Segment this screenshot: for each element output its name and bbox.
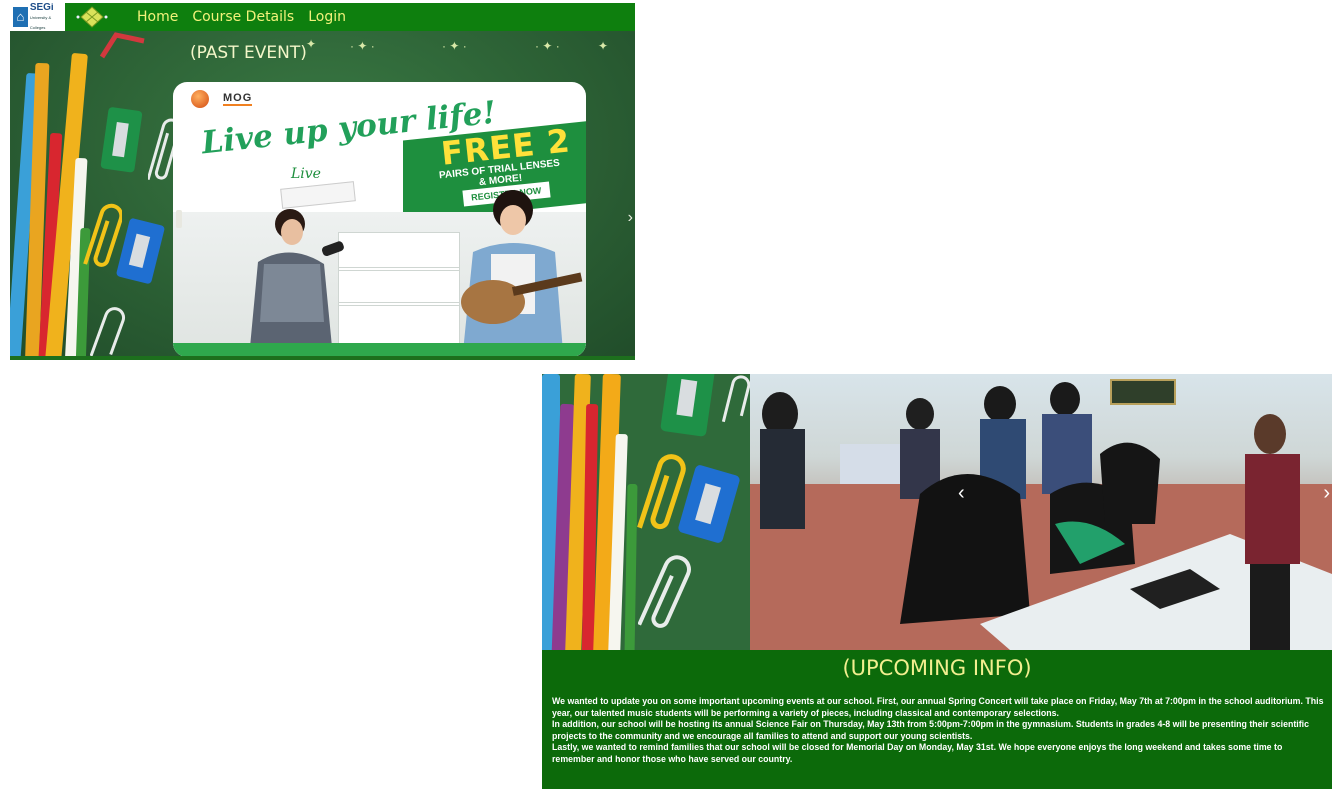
logo-subtext: University & Colleges [29, 14, 52, 30]
chevron-right-icon[interactable]: › [628, 209, 633, 227]
chevron-left-icon[interactable]: ‹ [958, 482, 965, 505]
ad-brand-mog: MOG [223, 92, 253, 106]
sparkle-decoration: · ✦ · [350, 39, 375, 53]
event-photo[interactable]: ‹ › [750, 374, 1332, 650]
info-paragraph: We wanted to update you on some importan… [552, 696, 1324, 718]
nav-course-details-link[interactable]: Course Details [192, 9, 294, 25]
paperclip-decoration [90, 307, 125, 356]
segi-logo[interactable]: ⌂ SEGi University & Colleges [10, 3, 65, 31]
sparkle-decoration: · ✦ · [442, 39, 467, 53]
info-paragraph: In addition, our school will be hosting … [552, 719, 1309, 741]
logo-text: SEGi [29, 3, 54, 13]
brand-logo-icon [191, 90, 209, 108]
segi-logo-icon: ⌂ [13, 7, 28, 27]
upcoming-info-box: (UPCOMING INFO) We wanted to update you … [542, 650, 1332, 789]
navbar: ⌂ SEGi University & Colleges Home Course… [10, 3, 635, 31]
past-event-title: (PAST EVENT) [190, 43, 307, 63]
sharpener-decoration [100, 107, 143, 173]
chevron-right-icon[interactable]: › [1323, 482, 1330, 505]
upcoming-info-text: We wanted to update you on some importan… [552, 696, 1324, 765]
sparkle-decoration: ✦ [598, 39, 609, 53]
ad-photo-scene [173, 190, 586, 356]
event-advertisement-image[interactable]: MOG Live up your life! FREE 2 PAIRS OF T… [173, 82, 586, 356]
stationery-background [542, 374, 750, 650]
ketupat-icon [76, 6, 108, 28]
girl-singing-illustration [250, 209, 344, 347]
paperclip-decoration [638, 555, 691, 628]
upcoming-info-title: (UPCOMING INFO) [842, 656, 1032, 680]
ad-product-name: Live [291, 166, 321, 182]
slider-indicator[interactable] [176, 210, 182, 228]
upcoming-info-section: ‹ › (UPCOMING INFO) We wanted to update … [542, 374, 1332, 789]
sharpener-decoration [660, 374, 715, 437]
past-event-section: ⌂ SEGi University & Colleges Home Course… [10, 3, 635, 360]
info-paragraph: Lastly, we wanted to remind families tha… [552, 742, 1283, 764]
paperclip-decoration [83, 203, 122, 267]
paperclip-decoration [721, 375, 750, 423]
pencil-decoration [624, 483, 638, 650]
paperclip-decoration [637, 454, 686, 530]
girl-guitar-illustration [461, 190, 583, 352]
students-photo-scene [750, 382, 1332, 650]
clip-decoration [99, 32, 145, 59]
nav-login-link[interactable]: Login [308, 9, 346, 25]
sparkle-decoration: · ✦ · [535, 39, 560, 53]
sparkle-decoration: ✦ [306, 37, 317, 51]
nav-home-link[interactable]: Home [137, 9, 178, 25]
